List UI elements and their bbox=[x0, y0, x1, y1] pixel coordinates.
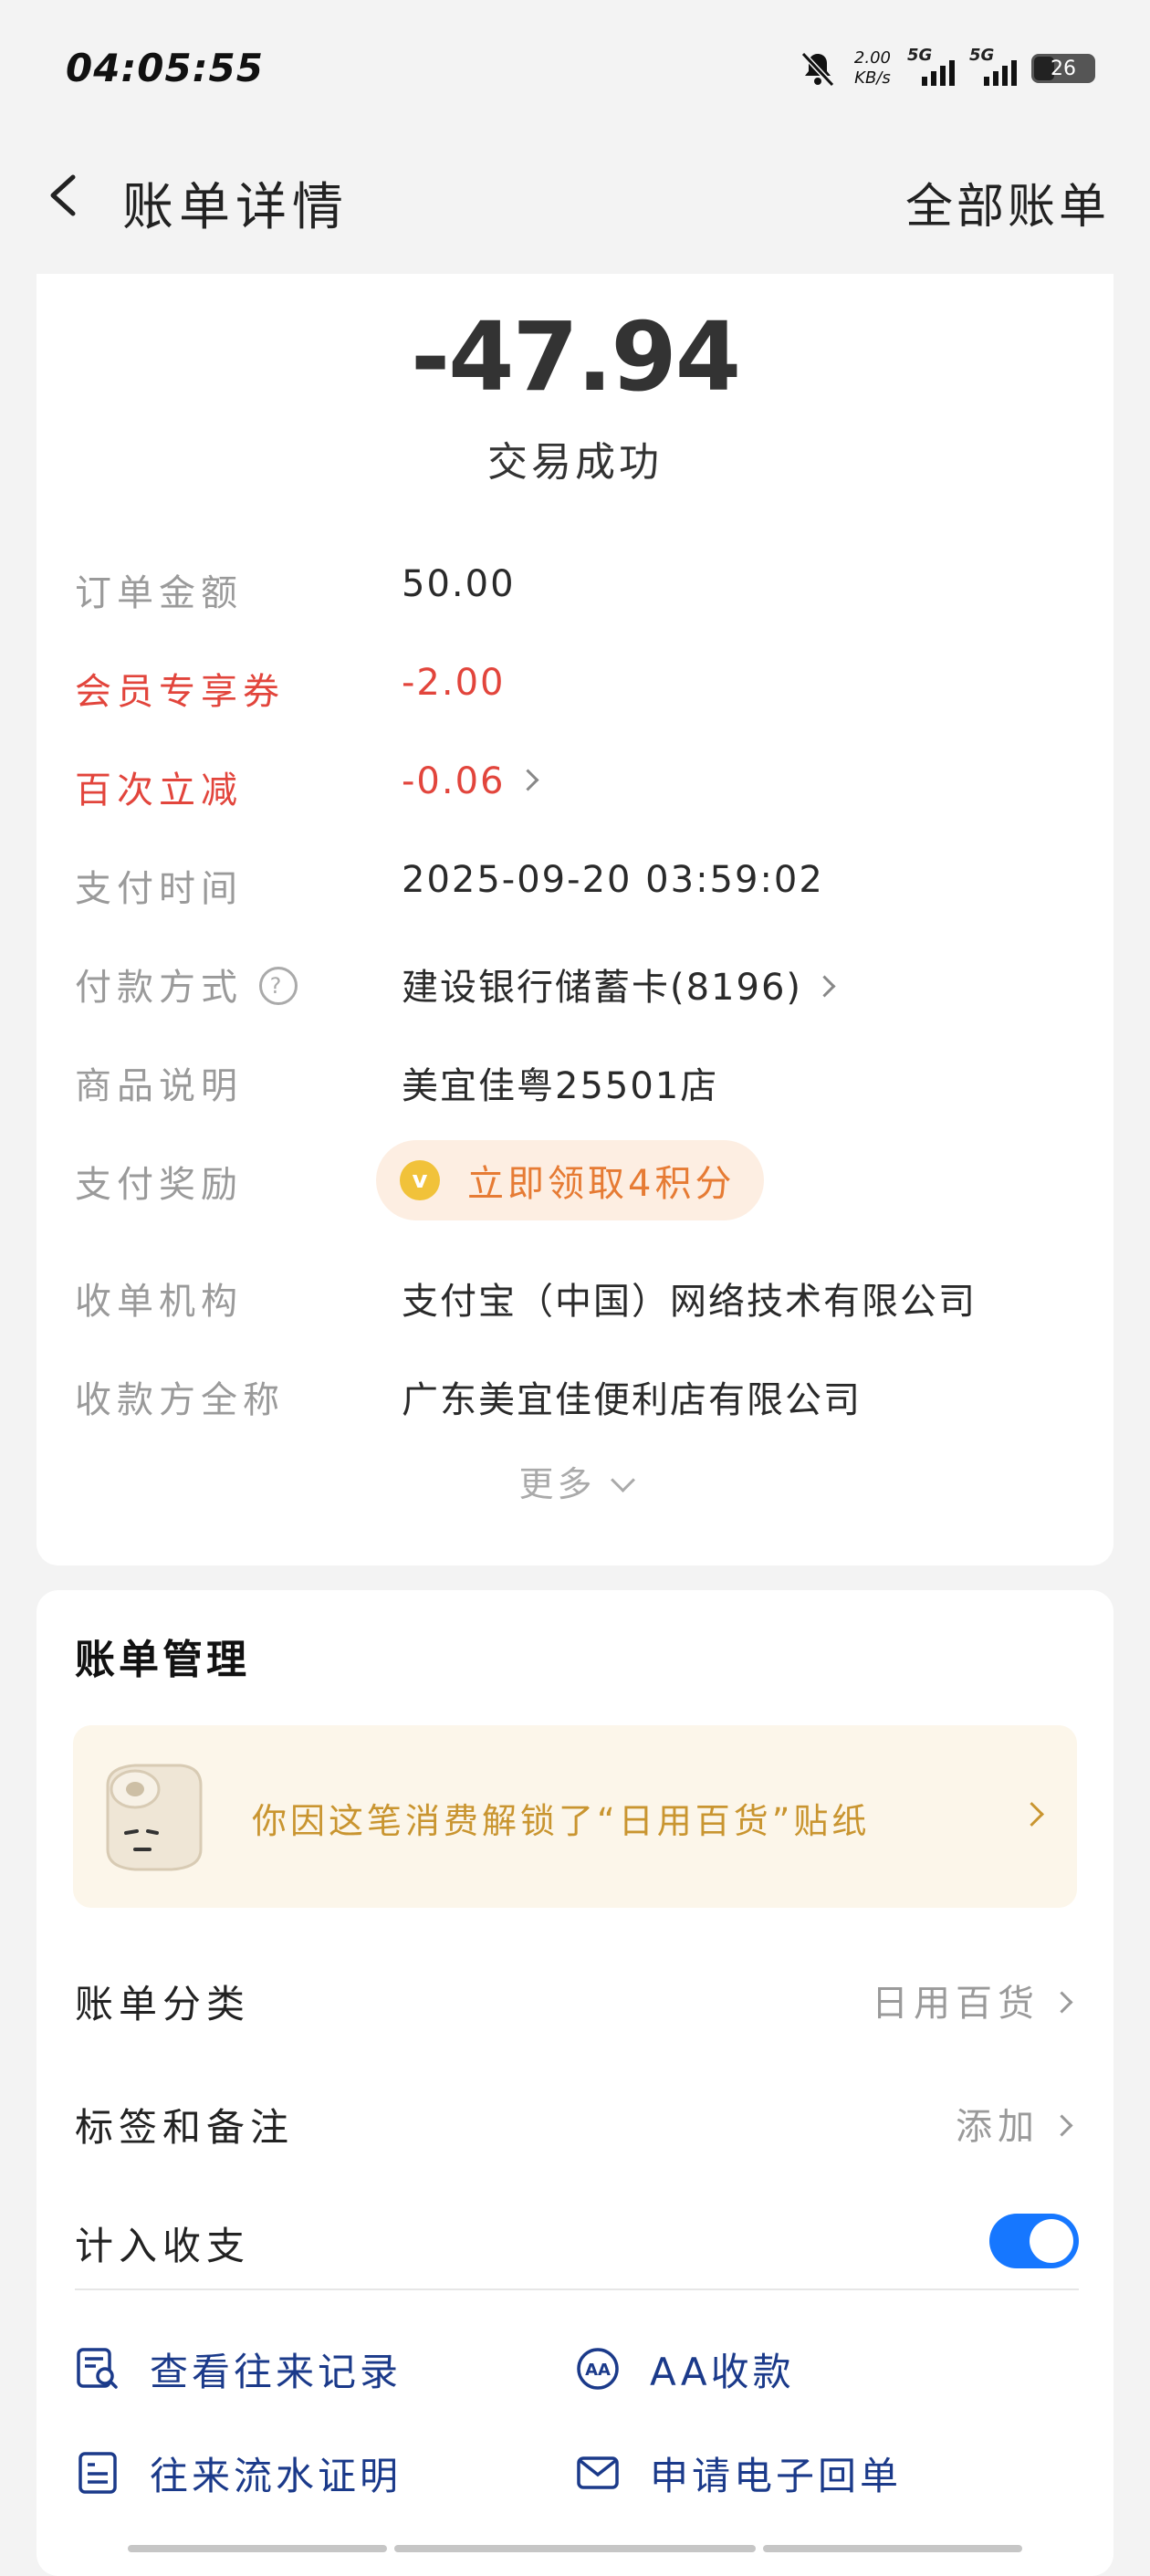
claim-points-label: 立即领取4积分 bbox=[467, 1163, 736, 1205]
detail-label: 商品说明 bbox=[75, 1065, 243, 1107]
transaction-amount: -47.94 bbox=[410, 301, 741, 413]
detail-row-member-coupon: 会员专享券 -2.00 bbox=[75, 651, 1079, 724]
aa-collect-button[interactable]: AA AA收款 bbox=[575, 2337, 795, 2401]
page-title: 账单详情 bbox=[122, 178, 349, 237]
detail-row-payee: 收款方全称 广东美宜佳便利店有限公司 bbox=[75, 1359, 1079, 1432]
detail-value: 建设银行储蓄卡(8196) bbox=[402, 967, 803, 1009]
claim-points-button[interactable]: v 立即领取4积分 bbox=[376, 1140, 765, 1220]
speed-unit: KB/s bbox=[854, 68, 891, 88]
battery-level: 26 bbox=[1051, 57, 1076, 80]
include-toggle[interactable] bbox=[989, 2214, 1079, 2268]
detail-label: 百次立减 bbox=[75, 770, 243, 812]
row-value: 添加 bbox=[956, 2106, 1040, 2148]
row-label: 标签和备注 bbox=[75, 2105, 295, 2150]
detail-label: 收款方全称 bbox=[75, 1379, 285, 1421]
mute-bell-icon bbox=[800, 51, 835, 88]
detail-label: 收单机构 bbox=[75, 1281, 243, 1323]
detail-row-pay-time: 支付时间 2025-09-20 03:59:02 bbox=[75, 848, 1079, 921]
tags-notes-row[interactable]: 标签和备注 添加 bbox=[75, 2079, 1079, 2161]
back-arrow-icon[interactable] bbox=[42, 172, 89, 219]
chevron-right-icon bbox=[1051, 1990, 1073, 2014]
detail-value: -0.06 bbox=[402, 760, 506, 802]
detail-value: 2025-09-20 03:59:02 bbox=[402, 859, 824, 901]
more-button[interactable]: 更多 bbox=[37, 1456, 1113, 1506]
detail-value: 美宜佳粤25501店 bbox=[402, 1065, 719, 1107]
detail-row-order-amount: 订单金额 50.00 bbox=[75, 552, 1079, 625]
detail-row-instant-discount[interactable]: 百次立减 -0.06 bbox=[75, 749, 1079, 822]
statement-proof-button[interactable]: 往来流水证明 bbox=[75, 2441, 402, 2505]
action-label: 查看往来记录 bbox=[150, 2349, 402, 2394]
include-in-balance-row: 计入收支 bbox=[75, 2197, 1079, 2279]
chevron-down-icon bbox=[610, 1468, 635, 1492]
detail-label: 订单金额 bbox=[75, 572, 243, 614]
row-label: 计入收支 bbox=[75, 2224, 251, 2268]
action-label: AA收款 bbox=[650, 2349, 795, 2394]
battery-icon: 26 bbox=[1031, 54, 1095, 83]
status-time: 04:05:55 bbox=[66, 46, 264, 90]
section-title: 账单管理 bbox=[75, 1637, 250, 1683]
svg-text:AA: AA bbox=[585, 2361, 611, 2380]
action-label: 申请电子回单 bbox=[650, 2453, 903, 2498]
chevron-right-icon bbox=[813, 974, 836, 998]
all-bills-link[interactable]: 全部账单 bbox=[905, 168, 1110, 236]
chevron-right-icon bbox=[516, 768, 539, 791]
signal-icon-1: 5G bbox=[907, 46, 955, 91]
detail-row-description: 商品说明 美宜佳粤25501店 bbox=[75, 1045, 1079, 1118]
e-receipt-button[interactable]: 申请电子回单 bbox=[575, 2441, 902, 2505]
signal-icon-2: 5G bbox=[969, 46, 1017, 91]
row-label: 账单分类 bbox=[75, 1982, 251, 2026]
detail-value: -2.00 bbox=[402, 662, 506, 704]
detail-value: 广东美宜佳便利店有限公司 bbox=[402, 1379, 862, 1421]
detail-row-pay-method[interactable]: 付款方式? 建设银行储蓄卡(8196) bbox=[75, 947, 1079, 1020]
toilet-paper-sticker-icon bbox=[106, 1764, 203, 1871]
detail-label: 付款方式 bbox=[75, 967, 243, 1009]
detail-value: 50.00 bbox=[402, 563, 516, 605]
action-label: 往来流水证明 bbox=[150, 2453, 402, 2498]
help-icon[interactable]: ? bbox=[259, 967, 298, 1005]
divider bbox=[75, 2288, 1079, 2290]
detail-value: 支付宝（中国）网络技术有限公司 bbox=[402, 1281, 977, 1323]
bill-category-row[interactable]: 账单分类 日用百货 bbox=[75, 1955, 1079, 2037]
detail-label: 支付时间 bbox=[75, 868, 243, 910]
view-records-button[interactable]: 查看往来记录 bbox=[75, 2337, 402, 2401]
network-speed: 2.00 KB/s bbox=[854, 48, 891, 89]
row-value: 日用百货 bbox=[872, 1983, 1040, 2025]
detail-label: 会员专享券 bbox=[75, 671, 285, 713]
bottom-indicator bbox=[128, 2545, 1022, 2552]
banner-text: 你因这笔消费解锁了“日用百货”贴纸 bbox=[252, 1801, 871, 1841]
status-bar: 04:05:55 2.00 KB/s 5G 5G 26 bbox=[0, 0, 1150, 137]
bill-management-card: 账单管理 你因这笔消费解锁了“日用百货”贴纸 账单分类 日用百货 标签和备注 添… bbox=[37, 1590, 1113, 2576]
sticker-banner[interactable]: 你因这笔消费解锁了“日用百货”贴纸 bbox=[73, 1725, 1077, 1908]
status-icons: 2.00 KB/s 5G 5G 26 bbox=[798, 41, 1095, 96]
transaction-card: -47.94 交易成功 订单金额 50.00 会员专享券 -2.00 百次立减 … bbox=[37, 274, 1113, 1565]
detail-row-reward: 支付奖励 v 立即领取4积分 bbox=[75, 1140, 1079, 1220]
transaction-status: 交易成功 bbox=[487, 439, 663, 486]
chevron-right-icon bbox=[1019, 1802, 1044, 1827]
speed-value: 2.00 bbox=[853, 48, 891, 68]
nav-bar: 账单详情 全部账单 bbox=[0, 146, 1150, 246]
more-label: 更多 bbox=[518, 1464, 596, 1504]
statement-icon bbox=[78, 2452, 117, 2494]
records-search-icon bbox=[77, 2348, 118, 2389]
aa-icon: AA bbox=[577, 2348, 619, 2390]
coin-icon: v bbox=[400, 1160, 440, 1200]
detail-label: 支付奖励 bbox=[75, 1164, 243, 1206]
envelope-icon bbox=[577, 2456, 619, 2489]
detail-row-acquirer: 收单机构 支付宝（中国）网络技术有限公司 bbox=[75, 1261, 1079, 1334]
chevron-right-icon bbox=[1051, 2113, 1073, 2137]
